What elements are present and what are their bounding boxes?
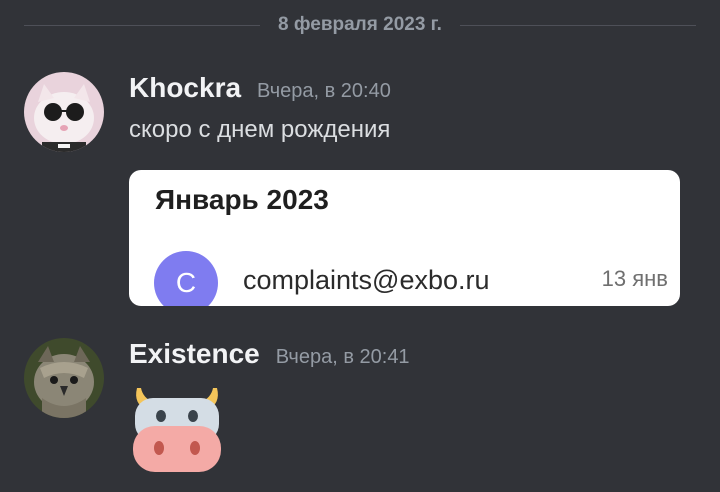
avatar-khockra[interactable] — [24, 72, 104, 152]
sender-avatar-letter: C — [154, 251, 218, 306]
message-khockra: Khockra Вчера, в 20:40 скоро с днем рожд… — [24, 72, 696, 312]
email-date: 13 янв — [601, 266, 668, 291]
message-header: Khockra Вчера, в 20:40 — [129, 72, 696, 112]
message-text: скоро с днем рождения — [129, 116, 391, 143]
sender-email: complaints@exbo.ru — [243, 265, 490, 295]
timestamp-existence: Вчера, в 20:41 — [275, 346, 410, 368]
divider-line-left — [24, 24, 261, 26]
divider-date: 8 февраля 2023 г. — [278, 14, 442, 35]
username-existence[interactable]: Existence — [129, 338, 260, 370]
image-attachment-email-screenshot[interactable]: Январь 2023 C complaints@exbo.ru 13 янв — [129, 170, 680, 306]
message-content-existence: Existence Вчера, в 20:41 — [129, 338, 696, 378]
message-header: Existence Вчера, в 20:41 — [129, 338, 696, 378]
cow-face-emoji-icon[interactable] — [129, 380, 225, 476]
message-content-khockra: Khockra Вчера, в 20:40 скоро с днем рожд… — [129, 72, 696, 146]
embed-month-title: Январь 2023 — [155, 184, 329, 215]
message-existence: Existence Вчера, в 20:41 — [24, 338, 696, 488]
date-divider: 8 февраля 2023 г. — [24, 12, 697, 38]
timestamp-khockra: Вчера, в 20:40 — [257, 80, 391, 102]
avatar-existence[interactable] — [24, 338, 104, 418]
divider-line-right — [459, 24, 697, 26]
username-khockra[interactable]: Khockra — [129, 72, 241, 104]
